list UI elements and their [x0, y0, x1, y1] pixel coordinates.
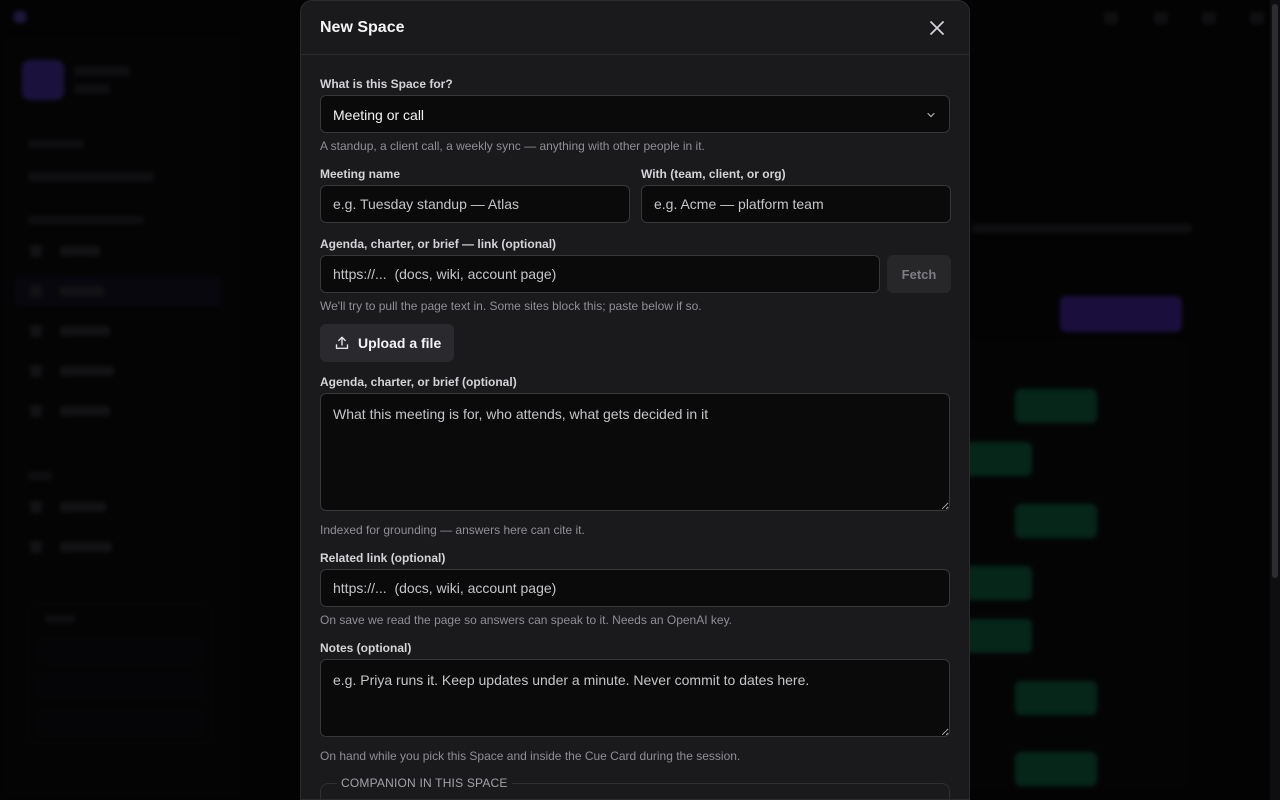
upload-icon: [335, 336, 349, 349]
purpose-hint: A standup, a client call, a weekly sync …: [320, 139, 705, 153]
related-link-hint: On save we read the page so answers can …: [320, 613, 733, 627]
purpose-label: What is this Space for?: [320, 77, 453, 91]
related-link-label: Related link (optional): [320, 551, 446, 565]
agenda-link-hint: We'll try to pull the page text in. Some…: [320, 299, 702, 313]
scrollbar-thumb[interactable]: [1272, 4, 1278, 578]
notes-textarea[interactable]: [320, 659, 950, 737]
agenda-link-input[interactable]: [320, 255, 880, 293]
upload-file-label: Upload a file: [358, 335, 442, 351]
new-space-modal: New Space What is this Space for? Meetin…: [300, 0, 970, 800]
agenda-text-label: Agenda, charter, or brief (optional): [320, 375, 517, 389]
upload-file-button[interactable]: Upload a file: [320, 324, 454, 362]
modal-header: New Space: [301, 1, 969, 55]
fetch-button[interactable]: Fetch: [887, 255, 951, 293]
notes-hint: On hand while you pick this Space and in…: [320, 749, 741, 763]
purpose-select-value: Meeting or call: [333, 107, 425, 123]
page-scrollbar[interactable]: [1270, 0, 1280, 800]
notes-label: Notes (optional): [320, 641, 412, 655]
with-label: With (team, client, or org): [641, 167, 786, 181]
modal-title: New Space: [320, 19, 405, 36]
meeting-name-input[interactable]: [320, 185, 630, 223]
with-input[interactable]: [641, 185, 951, 223]
meeting-name-label: Meeting name: [320, 167, 401, 181]
agenda-textarea[interactable]: [320, 393, 950, 511]
agenda-link-label: Agenda, charter, or brief — link (option…: [320, 237, 557, 251]
related-link-input[interactable]: [320, 569, 950, 607]
close-button[interactable]: [925, 16, 949, 40]
purpose-select[interactable]: Meeting or call: [320, 95, 950, 133]
agenda-text-hint: Indexed for grounding — answers here can…: [320, 523, 585, 537]
companion-section-legend: COMPANION IN THIS SPACE: [337, 776, 512, 790]
close-icon: [930, 21, 944, 35]
chevron-down-icon: [927, 112, 935, 118]
